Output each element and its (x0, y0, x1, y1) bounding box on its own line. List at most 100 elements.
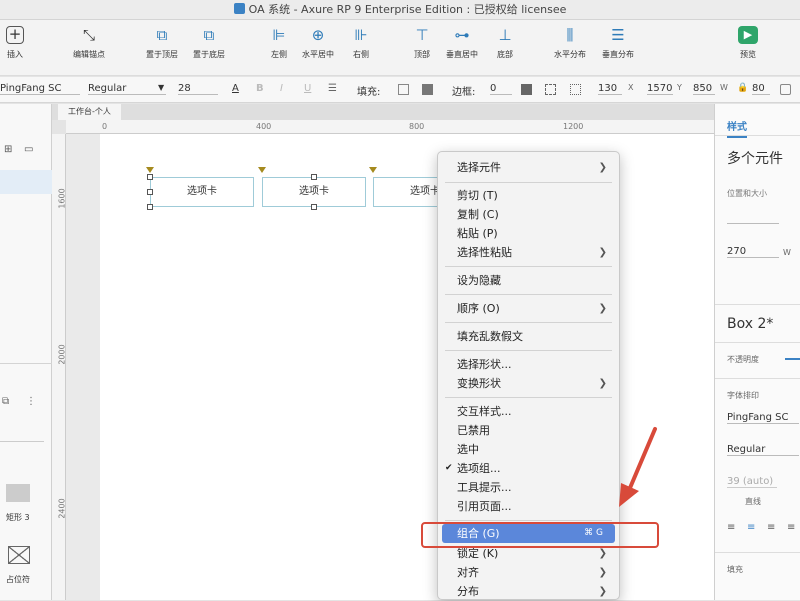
border-style-icon[interactable] (545, 84, 556, 95)
tab-workspace-personal[interactable]: 工作台-个人 (58, 104, 121, 120)
panel-divider (715, 135, 800, 136)
distribute-v-icon: ☰ (611, 26, 625, 44)
anchor-icon: ⤡ (82, 26, 95, 44)
border-width-input[interactable]: 0 (490, 83, 512, 95)
corner-radius-icon[interactable] (780, 84, 791, 95)
menu-item-paste-special[interactable]: 选择性粘贴 ❯ (438, 243, 619, 262)
resize-handle[interactable] (311, 174, 317, 180)
x-input[interactable]: 130 (598, 83, 622, 95)
menu-item-cut[interactable]: 剪切 (T) (438, 186, 619, 205)
font-weight-select[interactable]: Regular (88, 83, 166, 95)
distribute-h-button[interactable]: ⫼ 水平分布 (554, 26, 586, 60)
more-icon[interactable]: ⋮ (26, 396, 36, 407)
menu-item-label: 变换形状 (457, 377, 501, 390)
tab-widget[interactable]: 选项卡 (262, 177, 366, 207)
menu-item-select-widgets[interactable]: 选择元件 ❯ (438, 158, 619, 177)
bold-icon[interactable]: B (256, 83, 264, 94)
menu-item-label: 对齐 (457, 566, 479, 579)
menu-item-reference-page[interactable]: 引用页面... (438, 497, 619, 516)
send-back-button[interactable]: ⧉ 置于底层 (193, 26, 225, 60)
menu-item-selected[interactable]: 选中 (438, 440, 619, 459)
menu-item-selection-group[interactable]: ✔ 选项组... (438, 459, 619, 478)
selected-page-row[interactable] (0, 170, 52, 194)
menu-item-hide[interactable]: 设为隐藏 (438, 271, 619, 290)
menu-item-align[interactable]: 对齐 ❯ (438, 563, 619, 582)
width-input[interactable]: 270 (727, 246, 779, 258)
w-input[interactable]: 850 (693, 83, 715, 95)
italic-icon[interactable]: I (280, 83, 283, 94)
resize-handle[interactable] (311, 204, 317, 210)
align-v-center-label: 垂直居中 (446, 50, 478, 59)
align-top-button[interactable]: ⊤ 顶部 (411, 26, 433, 60)
align-top-icon: ⊤ (415, 26, 429, 44)
resize-handle[interactable] (147, 174, 153, 180)
position-input[interactable] (727, 208, 779, 224)
tab-widget[interactable]: 选项卡 (150, 177, 254, 207)
widget-name[interactable]: Box 2* (727, 316, 773, 332)
align-bottom-icon: ⊥ (498, 26, 512, 44)
menu-item-tooltip[interactable]: 工具提示... (438, 478, 619, 497)
ruler-h-label: 400 (256, 122, 272, 131)
resize-handle[interactable] (147, 189, 153, 195)
align-h-center-button[interactable]: ⊕ 水平居中 (302, 26, 334, 60)
h-input[interactable]: 80 (752, 83, 770, 95)
font-family-select[interactable]: PingFang SC (727, 412, 799, 424)
align-bottom-button[interactable]: ⊥ 底部 (494, 26, 516, 60)
typography-label: 字体排印 (727, 391, 759, 400)
align-left-button[interactable]: ⊫ 左侧 (268, 26, 290, 60)
menu-item-lorem[interactable]: 填充乱数假文 (438, 327, 619, 346)
menu-item-label: 分布 (457, 585, 479, 598)
insert-button[interactable]: + 插入 (6, 26, 24, 60)
align-right-icon[interactable]: ≡ (767, 522, 775, 533)
menu-item-label: 选择元件 (457, 161, 501, 174)
menu-separator (445, 350, 612, 351)
align-v-center-button[interactable]: ⊶ 垂直居中 (446, 26, 478, 60)
align-right-button[interactable]: ⊪ 右侧 (350, 26, 372, 60)
edit-anchor-label: 编辑锚点 (73, 50, 105, 59)
align-left-icon[interactable]: ≡ (727, 522, 735, 533)
placeholder-widget-icon[interactable] (8, 546, 30, 564)
add-page-icon[interactable]: ⊞ (4, 144, 12, 155)
y-label: Y (677, 83, 682, 92)
plus-icon: + (6, 26, 24, 44)
border-color-swatch[interactable] (521, 84, 532, 95)
width-label: W (783, 248, 791, 257)
library-icon[interactable]: ⧉ (2, 396, 9, 407)
fill-shadow-icon[interactable] (422, 84, 433, 95)
menu-item-interaction-styles[interactable]: 交互样式... (438, 402, 619, 421)
menu-item-select-shape[interactable]: 选择形状... (438, 355, 619, 374)
preview-button[interactable]: ▶ 预览 (738, 26, 758, 60)
underline-icon[interactable]: U (304, 83, 311, 94)
menu-item-transform-shape[interactable]: 变换形状 ❯ (438, 374, 619, 393)
opacity-slider[interactable] (785, 358, 800, 360)
folder-icon[interactable]: ▭ (24, 144, 33, 155)
align-center-icon[interactable]: ≡ (747, 522, 755, 533)
bring-front-button[interactable]: ⧉ 置于顶层 (146, 26, 178, 60)
y-input[interactable]: 1570 (647, 83, 673, 95)
menu-item-label: 引用页面... (457, 500, 512, 513)
menu-item-order[interactable]: 顺序 (O) ❯ (438, 299, 619, 318)
font-weight-select[interactable]: Regular (727, 444, 799, 456)
rectangle-widget-icon[interactable] (6, 484, 30, 502)
edit-anchor-button[interactable]: ⤡ 编辑锚点 (73, 26, 105, 60)
fill-color-swatch[interactable] (398, 84, 409, 95)
font-size-select[interactable]: 28 (178, 83, 218, 95)
menu-item-distribute[interactable]: 分布 ❯ (438, 582, 619, 601)
menu-item-paste[interactable]: 粘贴 (P) (438, 224, 619, 243)
library-search-input[interactable] (0, 426, 44, 442)
distribute-v-button[interactable]: ☰ 垂直分布 (602, 26, 634, 60)
left-panel: ⊞ ▭ ⧉ ⋮ 矩形 3 占位符 (0, 104, 52, 600)
lock-ratio-icon[interactable]: 🔒 (737, 83, 748, 93)
text-color-icon[interactable]: A (232, 83, 239, 94)
menu-separator (445, 182, 612, 183)
resize-handle[interactable] (147, 204, 153, 210)
align-justify-icon[interactable]: ≡ (787, 522, 795, 533)
menu-separator (445, 266, 612, 267)
bullet-list-icon[interactable]: ☰ (328, 83, 337, 94)
font-family-select[interactable]: PingFang SC (0, 83, 80, 95)
border-pattern-icon[interactable] (570, 84, 581, 95)
line-height-input[interactable]: 39 (auto) (727, 476, 777, 488)
menu-item-disabled[interactable]: 已禁用 (438, 421, 619, 440)
weight-chevron-icon: ▼ (158, 83, 165, 92)
menu-item-copy[interactable]: 复制 (C) (438, 205, 619, 224)
